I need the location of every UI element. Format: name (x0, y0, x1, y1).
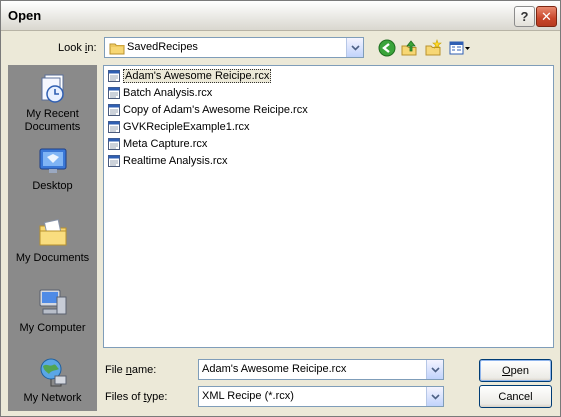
folder-icon (109, 43, 125, 55)
recent-documents-icon (41, 74, 64, 103)
file-name: Realtime Analysis.rcx (123, 155, 228, 167)
open-button-label: Open (502, 364, 529, 377)
look-in-label: Look in: (58, 42, 97, 54)
file-item[interactable]: Batch Analysis.rcx (108, 85, 212, 101)
open-button[interactable]: Open (479, 359, 552, 382)
place-my-network[interactable]: My Network (8, 357, 97, 405)
window-title: Open (8, 8, 42, 23)
file-name: Copy of Adam's Awesome Reicipe.rcx (123, 104, 308, 116)
chevron-down-icon (430, 393, 440, 400)
file-name-dropdown-button[interactable] (426, 360, 443, 379)
file-name: Batch Analysis.rcx (123, 87, 213, 99)
file-item[interactable]: Realtime Analysis.rcx (108, 153, 228, 169)
file-name-input[interactable]: Adam's Awesome Reicipe.rcx (198, 359, 444, 380)
file-name-label: File name: (105, 364, 157, 376)
desktop-icon (39, 148, 66, 173)
file-icon (108, 70, 120, 82)
file-name: Adam's Awesome Reicipe.rcx (123, 69, 272, 83)
file-icon (108, 104, 120, 116)
place-label: Documents (24, 121, 81, 133)
place-my-computer[interactable]: My Computer (8, 287, 97, 335)
chevron-down-icon (350, 44, 360, 51)
up-folder-icon[interactable] (400, 39, 418, 57)
help-button[interactable]: ? (514, 6, 535, 27)
file-name: GVKRecipleExample1.rcx (123, 121, 250, 133)
file-icon (108, 121, 120, 133)
cancel-button-label: Cancel (498, 390, 533, 403)
back-icon[interactable] (378, 39, 396, 57)
open-dialog: Open ? ✕ Look in: SavedRecipes My Recent… (0, 0, 561, 417)
file-name: Meta Capture.rcx (123, 138, 208, 150)
file-icon (108, 155, 120, 167)
my-computer-icon (39, 289, 66, 315)
file-type-value: XML Recipe (*.rcx) (202, 390, 294, 402)
place-desktop[interactable]: Desktop (8, 145, 97, 193)
file-type-select[interactable]: XML Recipe (*.rcx) (198, 386, 444, 407)
look-in-value: SavedRecipes (127, 41, 198, 53)
place-label: Desktop (32, 180, 73, 192)
close-button[interactable]: ✕ (536, 6, 557, 27)
look-in-dropdown-button[interactable] (346, 38, 363, 57)
chevron-down-icon (430, 366, 440, 373)
help-icon: ? (520, 9, 529, 24)
file-icon (108, 87, 120, 99)
cancel-button[interactable]: Cancel (479, 385, 552, 408)
new-folder-icon[interactable] (424, 39, 442, 57)
look-in-combo[interactable]: SavedRecipes (104, 37, 364, 58)
my-documents-icon (39, 219, 66, 246)
my-network-icon (40, 358, 66, 387)
place-my-recent-documents[interactable]: My Recent Documents (8, 73, 97, 134)
places-bar: My Recent Documents Desktop My Documents (8, 65, 97, 411)
file-type-dropdown-button[interactable] (426, 387, 443, 406)
file-type-label: Files of type: (105, 391, 168, 403)
place-label: My Recent (26, 108, 79, 120)
views-menu-icon[interactable] (449, 39, 471, 57)
place-label: My Documents (15, 252, 90, 264)
file-icon (108, 138, 120, 150)
file-name-value: Adam's Awesome Reicipe.rcx (202, 363, 347, 375)
file-item[interactable]: Copy of Adam's Awesome Reicipe.rcx (108, 102, 308, 118)
file-item[interactable]: Meta Capture.rcx (108, 136, 207, 152)
place-my-documents[interactable]: My Documents (8, 217, 97, 265)
place-label: My Network (23, 392, 82, 404)
file-item[interactable]: Adam's Awesome Reicipe.rcx (108, 68, 272, 84)
close-icon: ✕ (541, 8, 552, 24)
place-label: My Computer (19, 322, 86, 334)
file-item[interactable]: GVKRecipleExample1.rcx (108, 119, 250, 135)
file-list[interactable]: Adam's Awesome Reicipe.rcx Batch Analysi… (103, 65, 554, 348)
title-bar[interactable]: Open ? ✕ (1, 1, 560, 31)
